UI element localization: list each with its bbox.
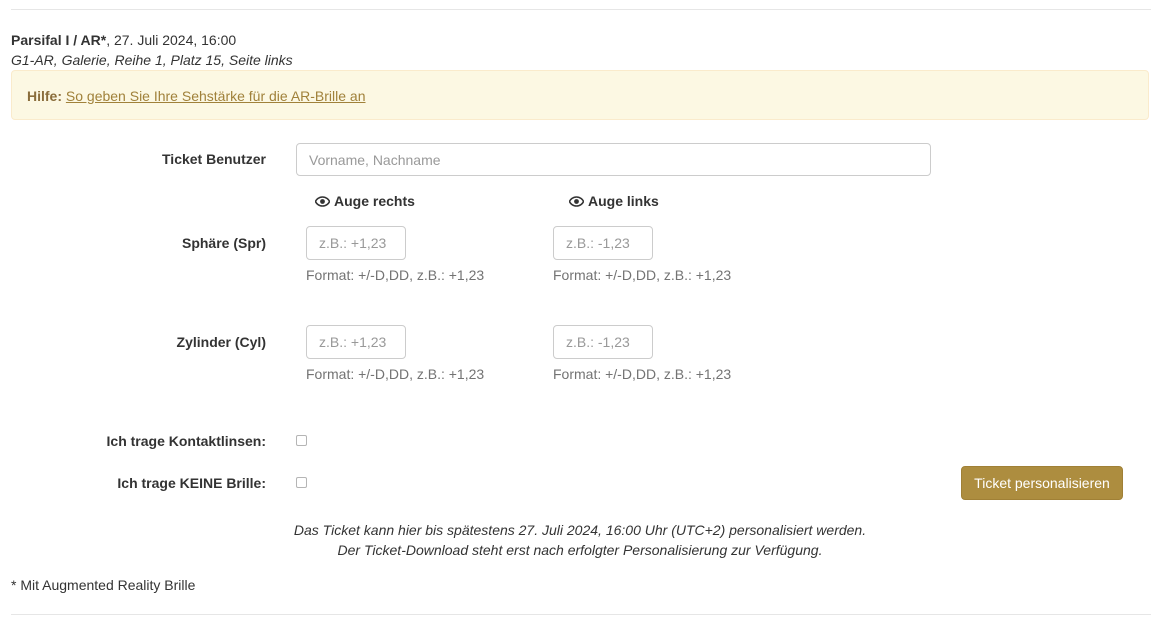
- no-glasses-label: Ich trage KEINE Brille:: [117, 475, 266, 491]
- help-alert: Hilfe: So geben Sie Ihre Sehstärke für d…: [11, 70, 1149, 120]
- contact-lenses-checkbox[interactable]: [296, 435, 307, 446]
- cylinder-left-hint: Format: +/-D,DD, z.B.: +1,23: [553, 366, 732, 382]
- cylinder-right-hint: Format: +/-D,DD, z.B.: +1,23: [306, 366, 485, 382]
- sphere-right-hint: Format: +/-D,DD, z.B.: +1,23: [306, 267, 485, 283]
- eye-left-label: Auge links: [588, 193, 659, 209]
- eye-left-header: Auge links: [569, 192, 659, 210]
- event-title-line: Parsifal I / AR*, 27. Juli 2024, 16:00: [11, 31, 236, 49]
- event-date: , 27. Juli 2024, 16:00: [106, 32, 237, 48]
- help-label: Hilfe:: [27, 88, 62, 104]
- eye-icon: [569, 195, 584, 207]
- seat-info: G1-AR, Galerie, Reihe 1, Platz 15, Seite…: [11, 52, 293, 68]
- sphere-left-input[interactable]: [553, 226, 653, 260]
- cylinder-left-input[interactable]: [553, 325, 653, 359]
- bottom-divider: [11, 614, 1151, 615]
- personalize-ticket-button[interactable]: Ticket personalisieren: [961, 466, 1123, 500]
- eye-icon: [315, 195, 330, 207]
- top-divider: [11, 9, 1151, 10]
- sphere-left-hint: Format: +/-D,DD, z.B.: +1,23: [553, 267, 732, 283]
- help-text: Hilfe: So geben Sie Ihre Sehstärke für d…: [27, 87, 366, 105]
- sphere-label: Sphäre (Spr): [181, 235, 266, 251]
- eye-right-label: Auge rechts: [334, 193, 415, 209]
- cylinder-right-input[interactable]: [306, 325, 406, 359]
- ticket-user-input[interactable]: [296, 143, 931, 176]
- eye-right-header: Auge rechts: [315, 192, 415, 210]
- ar-footnote: * Mit Augmented Reality Brille: [11, 577, 196, 593]
- download-note: Der Ticket-Download steht erst nach erfo…: [337, 542, 823, 558]
- ticket-user-label: Ticket Benutzer: [162, 151, 266, 167]
- event-title: Parsifal I / AR*: [11, 32, 107, 48]
- deadline-note: Das Ticket kann hier bis spätestens 27. …: [293, 522, 867, 538]
- help-link[interactable]: So geben Sie Ihre Sehstärke für die AR-B…: [66, 88, 366, 104]
- cylinder-label: Zylinder (Cyl): [176, 334, 266, 350]
- contact-lenses-label: Ich trage Kontaktlinsen:: [106, 433, 266, 449]
- no-glasses-checkbox[interactable]: [296, 477, 307, 488]
- sphere-right-input[interactable]: [306, 226, 406, 260]
